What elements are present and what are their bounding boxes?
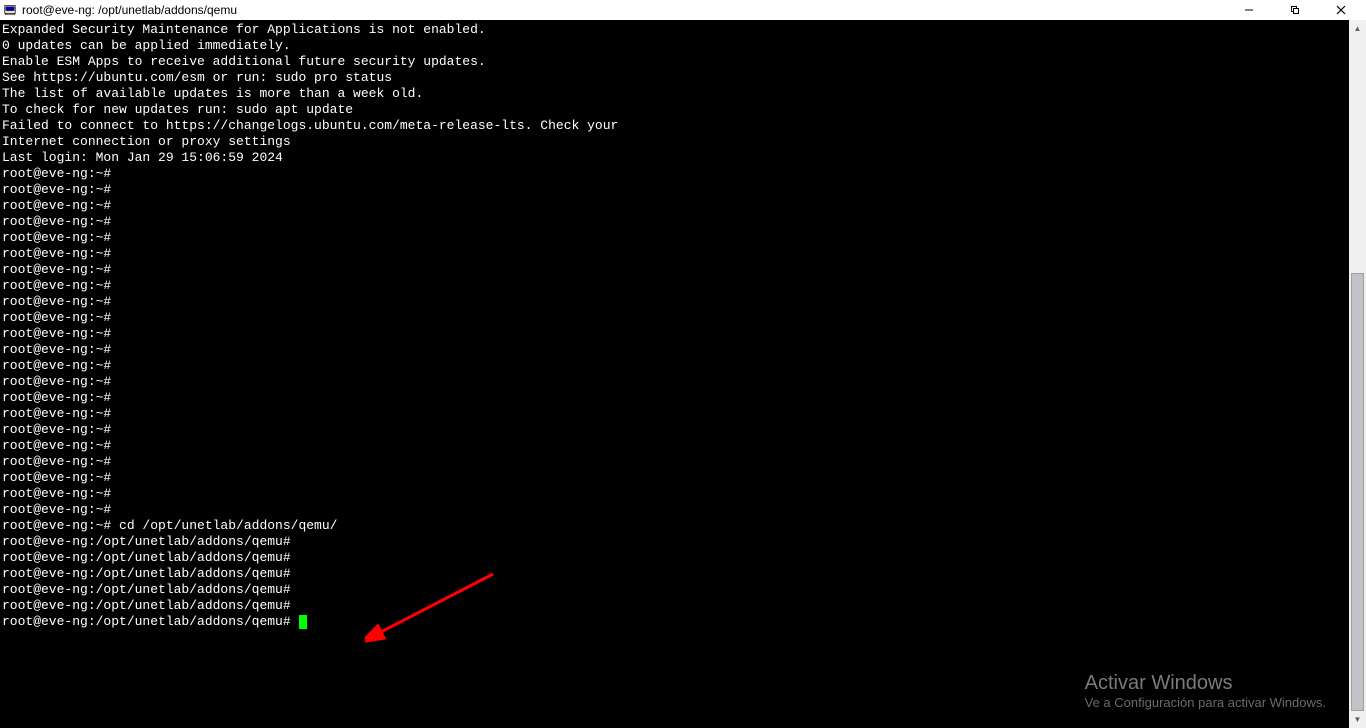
close-button[interactable] <box>1318 0 1364 20</box>
terminal-line: Enable ESM Apps to receive additional fu… <box>2 54 1347 70</box>
terminal-line: root@eve-ng:~# <box>2 326 1347 342</box>
terminal-line: root@eve-ng:/opt/unetlab/addons/qemu# <box>2 614 1347 630</box>
terminal-line: root@eve-ng:~# <box>2 486 1347 502</box>
terminal-cursor <box>299 615 307 629</box>
terminal-line: root@eve-ng:/opt/unetlab/addons/qemu# <box>2 534 1347 550</box>
terminal-line: 0 updates can be applied immediately. <box>2 38 1347 54</box>
terminal-line: root@eve-ng:/opt/unetlab/addons/qemu# <box>2 582 1347 598</box>
terminal-line: The list of available updates is more th… <box>2 86 1347 102</box>
maximize-button[interactable] <box>1272 0 1318 20</box>
terminal-line: root@eve-ng:~# <box>2 470 1347 486</box>
scroll-down-arrow[interactable]: ▼ <box>1349 711 1366 728</box>
terminal-line: root@eve-ng:~# <box>2 182 1347 198</box>
terminal-line: root@eve-ng:~# <box>2 358 1347 374</box>
terminal-line: To check for new updates run: sudo apt u… <box>2 102 1347 118</box>
minimize-button[interactable] <box>1226 0 1272 20</box>
terminal-line: root@eve-ng:~# <box>2 310 1347 326</box>
terminal-line: root@eve-ng:/opt/unetlab/addons/qemu# <box>2 566 1347 582</box>
scroll-track[interactable] <box>1349 37 1366 711</box>
terminal-line: Failed to connect to https://changelogs.… <box>2 118 1347 134</box>
terminal-line: See https://ubuntu.com/esm or run: sudo … <box>2 70 1347 86</box>
terminal-line: root@eve-ng:~# <box>2 246 1347 262</box>
terminal-line: root@eve-ng:~# <box>2 342 1347 358</box>
terminal-line: root@eve-ng:/opt/unetlab/addons/qemu# <box>2 598 1347 614</box>
putty-icon <box>2 2 18 18</box>
scroll-up-arrow[interactable]: ▲ <box>1349 20 1366 37</box>
terminal-line: Expanded Security Maintenance for Applic… <box>2 22 1347 38</box>
terminal-line: root@eve-ng:~# cd /opt/unetlab/addons/qe… <box>2 518 1347 534</box>
terminal-line: Last login: Mon Jan 29 15:06:59 2024 <box>2 150 1347 166</box>
terminal-output[interactable]: Expanded Security Maintenance for Applic… <box>0 20 1349 728</box>
terminal-line: root@eve-ng:~# <box>2 166 1347 182</box>
window-controls <box>1226 0 1364 20</box>
terminal-line: root@eve-ng:~# <box>2 406 1347 422</box>
terminal-line: root@eve-ng:~# <box>2 278 1347 294</box>
terminal-line: root@eve-ng:~# <box>2 214 1347 230</box>
terminal-line: root@eve-ng:~# <box>2 422 1347 438</box>
window-title: root@eve-ng: /opt/unetlab/addons/qemu <box>22 3 1226 17</box>
terminal-line: root@eve-ng:~# <box>2 198 1347 214</box>
vertical-scrollbar[interactable]: ▲ ▼ <box>1349 20 1366 728</box>
scroll-thumb[interactable] <box>1351 273 1364 711</box>
terminal-line: root@eve-ng:~# <box>2 502 1347 518</box>
terminal-line: root@eve-ng:~# <box>2 454 1347 470</box>
window-title-bar: root@eve-ng: /opt/unetlab/addons/qemu <box>0 0 1366 20</box>
terminal-line: root@eve-ng:~# <box>2 230 1347 246</box>
terminal-line: Internet connection or proxy settings <box>2 134 1347 150</box>
terminal-line: root@eve-ng:~# <box>2 262 1347 278</box>
terminal-line: root@eve-ng:~# <box>2 374 1347 390</box>
terminal-line: root@eve-ng:/opt/unetlab/addons/qemu# <box>2 550 1347 566</box>
terminal-line: root@eve-ng:~# <box>2 294 1347 310</box>
terminal-line: root@eve-ng:~# <box>2 438 1347 454</box>
terminal-area[interactable]: Expanded Security Maintenance for Applic… <box>0 20 1366 728</box>
terminal-line: root@eve-ng:~# <box>2 390 1347 406</box>
